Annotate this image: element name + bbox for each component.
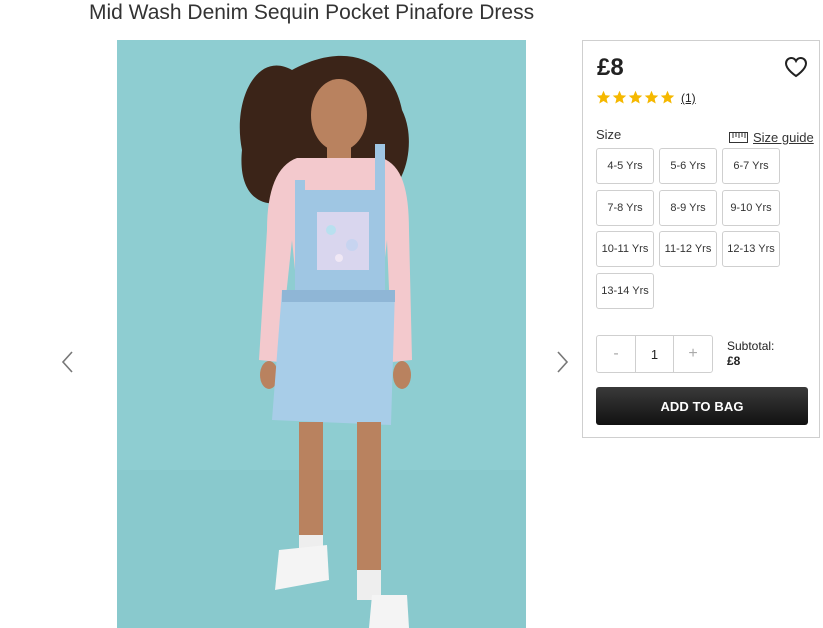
product-image (117, 40, 526, 628)
quantity-input[interactable]: 1 (635, 336, 674, 372)
quantity-increase-button[interactable]: + (674, 336, 712, 372)
product-title: Mid Wash Denim Sequin Pocket Pinafore Dr… (89, 1, 535, 24)
size-option[interactable]: 10-11 Yrs (596, 231, 654, 267)
chevron-left-icon[interactable] (58, 348, 78, 376)
size-option[interactable]: 6-7 Yrs (722, 148, 780, 184)
size-option[interactable]: 8-9 Yrs (659, 190, 717, 226)
size-option[interactable]: 12-13 Yrs (722, 231, 780, 267)
star-icon (612, 90, 627, 104)
star-icon (628, 90, 643, 104)
subtotal-label: Subtotal: (727, 339, 775, 353)
purchase-panel: £8 (1) Size Size guide 4-5 Yrs 5-6 Yrs 6… (582, 40, 820, 438)
quantity-decrease-button[interactable]: - (597, 336, 635, 372)
review-count-link[interactable]: (1) (681, 91, 696, 105)
product-price: £8 (597, 54, 624, 81)
size-option[interactable]: 4-5 Yrs (596, 148, 654, 184)
star-icon (644, 90, 659, 104)
ruler-icon (729, 132, 748, 143)
add-to-bag-button[interactable]: ADD TO BAG (596, 387, 808, 425)
size-option[interactable]: 13-14 Yrs (596, 273, 654, 309)
size-option[interactable]: 9-10 Yrs (722, 190, 780, 226)
subtotal: Subtotal: £8 (727, 339, 774, 369)
size-label: Size (596, 127, 622, 142)
star-icon (660, 90, 675, 104)
size-option[interactable]: 11-12 Yrs (659, 231, 717, 267)
subtotal-amount: £8 (727, 354, 741, 368)
heart-icon[interactable] (783, 55, 809, 79)
size-option[interactable]: 7-8 Yrs (596, 190, 654, 226)
size-guide-link[interactable]: Size guide (729, 130, 814, 145)
star-icon (596, 90, 611, 104)
quantity-stepper: - 1 + (596, 335, 713, 373)
rating-stars (596, 90, 675, 105)
size-guide-label: Size guide (753, 130, 814, 145)
chevron-right-icon[interactable] (552, 348, 572, 376)
size-option[interactable]: 5-6 Yrs (659, 148, 717, 184)
